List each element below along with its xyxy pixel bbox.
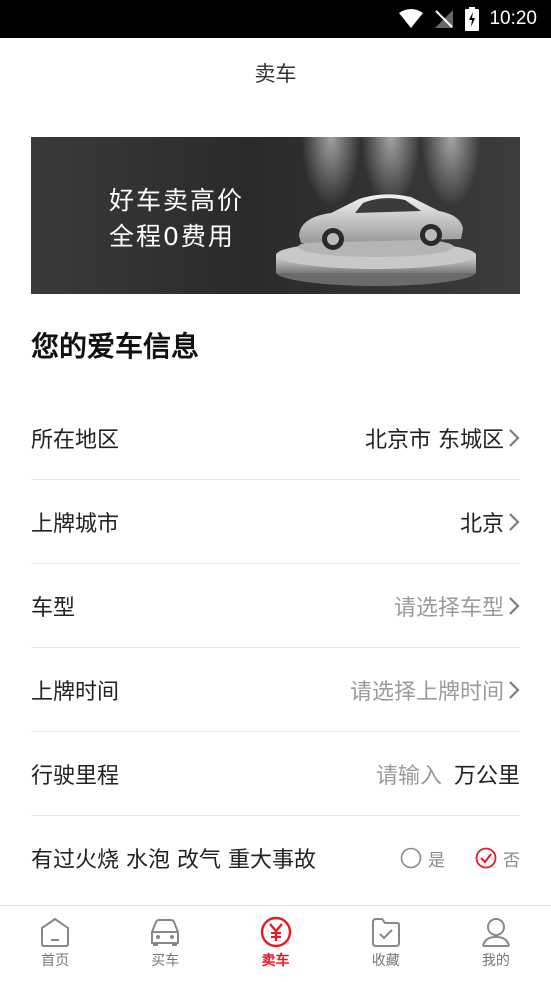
bottom-tab-bar: 首页 买车 卖车 收藏 我的 <box>0 905 551 982</box>
plate-city-value: 北京 <box>459 511 504 537</box>
tab-home-label: 首页 <box>41 953 70 969</box>
tab-buy-car-label: 买车 <box>151 953 180 969</box>
car-on-stage-image <box>276 194 476 286</box>
plate-city-row[interactable]: 上牌城市 北京 <box>31 480 520 564</box>
region-value: 北京市 东城区 <box>365 427 504 453</box>
region-label: 所在地区 <box>31 427 120 453</box>
car-icon <box>151 919 180 946</box>
tab-favorites-label: 收藏 <box>371 953 400 969</box>
accident-yes-option[interactable]: 是 <box>400 846 445 871</box>
accident-label: 有过火烧 水泡 改气 重大事故 <box>31 848 316 873</box>
accident-row: 有过火烧 水泡 改气 重大事故 是 否 <box>31 816 520 900</box>
chevron-right-icon <box>509 596 520 615</box>
mileage-unit: 万公里 <box>453 763 520 789</box>
model-label: 车型 <box>31 595 76 621</box>
model-placeholder: 请选择车型 <box>393 595 504 621</box>
battery-icon <box>465 7 480 31</box>
plate-time-label: 上牌时间 <box>31 679 120 705</box>
status-bar: 10:20 <box>0 0 551 38</box>
tab-favorites[interactable]: 收藏 <box>331 906 441 982</box>
tab-sell-car-label: 卖车 <box>261 953 290 969</box>
mileage-row: 行驶里程 请输入 万公里 <box>31 732 520 816</box>
radio-unchecked-icon <box>400 847 422 869</box>
page-header: 卖车 <box>0 38 551 108</box>
home-icon <box>41 917 70 947</box>
banner-headline: 好车卖高价 <box>109 186 245 215</box>
tab-profile-label: 我的 <box>481 953 510 969</box>
chevron-right-icon <box>509 428 520 447</box>
plate-time-placeholder: 请选择上牌时间 <box>349 679 504 705</box>
accident-yes-label: 是 <box>428 850 445 871</box>
model-row[interactable]: 车型 请选择车型 <box>31 564 520 648</box>
no-signal-icon <box>435 10 454 28</box>
tab-buy-car[interactable]: 买车 <box>110 906 220 982</box>
yuan-icon <box>260 916 291 948</box>
accident-radio-group: 是 否 <box>400 846 520 871</box>
chevron-right-icon <box>509 680 520 699</box>
plate-city-label: 上牌城市 <box>31 511 120 537</box>
tab-home[interactable]: 首页 <box>0 906 110 982</box>
tab-sell-car[interactable]: 卖车 <box>220 906 330 982</box>
promo-banner[interactable]: 好车卖高价 全程0费用 <box>31 137 520 294</box>
wifi-icon <box>399 9 424 28</box>
section-title: 您的爱车信息 <box>31 330 200 363</box>
page-title: 卖车 <box>254 62 297 86</box>
region-row[interactable]: 所在地区 北京市 东城区 <box>31 396 520 480</box>
accident-no-label: 否 <box>503 850 520 871</box>
favorite-check-icon <box>371 918 400 947</box>
user-icon <box>481 918 510 947</box>
radio-checked-icon <box>475 847 497 869</box>
banner-subline: 全程0费用 <box>109 222 235 251</box>
mileage-input[interactable]: 请输入 <box>376 758 442 790</box>
plate-time-row[interactable]: 上牌时间 请选择上牌时间 <box>31 648 520 732</box>
status-time: 10:20 <box>489 8 537 29</box>
chevron-right-icon <box>509 512 520 531</box>
tab-profile[interactable]: 我的 <box>441 906 551 982</box>
accident-no-option[interactable]: 否 <box>475 846 520 871</box>
mileage-label: 行驶里程 <box>31 763 120 789</box>
